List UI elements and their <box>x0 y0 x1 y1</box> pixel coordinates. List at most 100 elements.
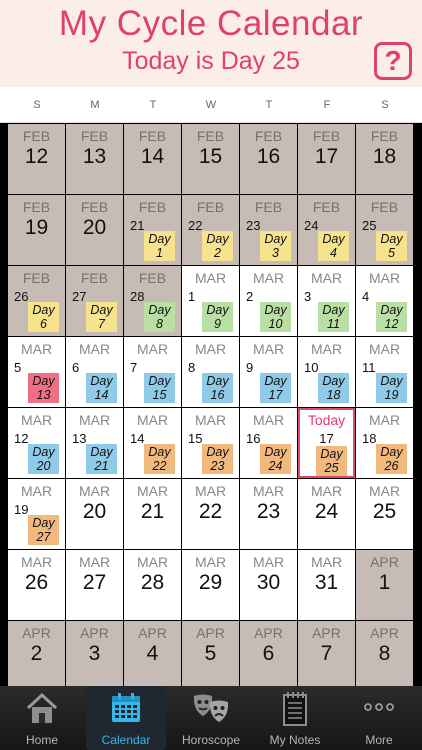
tab-label: Calendar <box>101 733 151 747</box>
day-number: 12 <box>14 431 29 446</box>
tab-my-notes[interactable]: My Notes <box>255 686 335 750</box>
calendar-day[interactable]: MAR 15 Day 23 <box>182 408 239 478</box>
tab-calendar[interactable]: Calendar <box>86 686 166 750</box>
calendar-day[interactable]: FEB 22 Day 2 <box>182 195 239 265</box>
calendar-day[interactable]: MAR 24 <box>298 479 355 549</box>
calendar-day[interactable]: MAR 6 Day 14 <box>66 337 123 407</box>
cycle-day-number: 11 <box>327 317 340 331</box>
calendar-day[interactable]: APR 8 <box>356 621 413 691</box>
calendar-day[interactable]: MAR 3 Day 11 <box>298 266 355 336</box>
cycle-day-word: Day <box>264 374 287 388</box>
day-month: APR <box>312 625 341 641</box>
calendar-day[interactable]: FEB 13 <box>66 124 123 194</box>
calendar-day[interactable]: FEB 17 <box>298 124 355 194</box>
cycle-day-badge: Day 7 <box>86 302 117 332</box>
calendar-day[interactable]: FEB 19 <box>8 195 65 265</box>
cycle-day-number: 27 <box>36 530 51 544</box>
calendar-day[interactable]: MAR 20 <box>66 479 123 549</box>
calendar-day[interactable]: MAR 31 <box>298 550 355 620</box>
calendar-day[interactable]: MAR 12 Day 20 <box>8 408 65 478</box>
calendar-day[interactable]: MAR 22 <box>182 479 239 549</box>
calendar-day[interactable]: MAR 27 <box>66 550 123 620</box>
cycle-day-badge: Day 1 <box>144 231 175 261</box>
day-number: 30 <box>256 571 281 594</box>
calendar-day[interactable]: MAR 1 Day 9 <box>182 266 239 336</box>
cycle-day-badge: Day 5 <box>376 231 407 261</box>
calendar-day[interactable]: MAR 14 Day 22 <box>124 408 181 478</box>
day-month: MAR <box>20 554 53 570</box>
calendar-day[interactable]: FEB 15 <box>182 124 239 194</box>
calendar-day[interactable]: MAR 21 <box>124 479 181 549</box>
calendar-day[interactable]: MAR 18 Day 26 <box>356 408 413 478</box>
cycle-day-word: Day <box>90 374 113 388</box>
cycle-day-badge: Day 17 <box>260 373 291 403</box>
weekday-label: F <box>323 99 331 111</box>
calendar-day[interactable]: FEB 16 <box>240 124 297 194</box>
calendar-day[interactable]: APR 2 <box>8 621 65 691</box>
day-number: 6 <box>262 642 275 665</box>
calendar-day[interactable]: MAR 10 Day 18 <box>298 337 355 407</box>
calendar-day[interactable]: APR 1 <box>356 550 413 620</box>
calendar-day[interactable]: MAR 8 Day 16 <box>182 337 239 407</box>
calendar-day[interactable]: MAR 5 Day 13 <box>8 337 65 407</box>
calendar-day[interactable]: FEB 24 Day 4 <box>298 195 355 265</box>
day-month: MAR <box>310 483 343 499</box>
cycle-day-badge: Day 18 <box>318 373 349 403</box>
help-button[interactable]: ? <box>374 42 412 80</box>
tab-home[interactable]: Home <box>2 686 82 750</box>
calendar-day[interactable]: MAR 19 Day 27 <box>8 479 65 549</box>
calendar-grid: FEB 12 FEB 13 FEB 14 FEB 15 FEB 16 FEB 17 FEB 18 FEB 19… <box>8 124 413 691</box>
calendar-day[interactable]: MAR 7 Day 15 <box>124 337 181 407</box>
cycle-day-word: Day <box>206 374 229 388</box>
day-number: 15 <box>198 145 223 168</box>
day-number: 24 <box>314 500 339 523</box>
day-number: 20 <box>82 216 107 239</box>
cycle-day-word: Day <box>206 303 229 317</box>
calendar-day[interactable]: FEB 14 <box>124 124 181 194</box>
more-dots-icon <box>361 692 397 727</box>
calendar-day[interactable]: FEB 20 <box>66 195 123 265</box>
calendar-day[interactable]: FEB 12 <box>8 124 65 194</box>
cycle-day-word: Day <box>322 374 345 388</box>
calendar-day[interactable]: FEB 25 Day 5 <box>356 195 413 265</box>
calendar-day[interactable]: FEB 28 Day 8 <box>124 266 181 336</box>
calendar-day[interactable]: MAR 23 <box>240 479 297 549</box>
calendar-day[interactable]: FEB 27 Day 7 <box>66 266 123 336</box>
cycle-day-word: Day <box>322 232 345 246</box>
calendar-day[interactable]: MAR 28 <box>124 550 181 620</box>
calendar-day[interactable]: MAR 9 Day 17 <box>240 337 297 407</box>
calendar-day[interactable]: MAR 11 Day 19 <box>356 337 413 407</box>
calendar-day[interactable]: APR 4 <box>124 621 181 691</box>
cycle-day-badge: Day 8 <box>144 302 175 332</box>
tab-horoscope[interactable]: Horoscope <box>171 686 251 750</box>
tab-more[interactable]: More <box>339 686 419 750</box>
calendar-day-today[interactable]: Today 17 Day 25 <box>298 408 355 478</box>
cycle-day-badge: Day 20 <box>28 444 59 474</box>
day-number: 5 <box>204 642 217 665</box>
calendar-day[interactable]: MAR 16 Day 24 <box>240 408 297 478</box>
calendar-day[interactable]: APR 6 <box>240 621 297 691</box>
calendar-day[interactable]: FEB 21 Day 1 <box>124 195 181 265</box>
cycle-day-word: Day <box>32 303 55 317</box>
calendar-day[interactable]: MAR 2 Day 10 <box>240 266 297 336</box>
cycle-day-word: Day <box>206 445 229 459</box>
calendar-day[interactable]: FEB 23 Day 3 <box>240 195 297 265</box>
calendar-day[interactable]: MAR 26 <box>8 550 65 620</box>
calendar-day[interactable]: APR 7 <box>298 621 355 691</box>
day-number: 31 <box>314 571 339 594</box>
cycle-day-word: Day <box>206 232 229 246</box>
app-title: My Cycle Calendar <box>58 4 364 43</box>
calendar-day[interactable]: MAR 25 <box>356 479 413 549</box>
calendar-day[interactable]: FEB 18 <box>356 124 413 194</box>
calendar-day[interactable]: MAR 4 Day 12 <box>356 266 413 336</box>
cycle-day-badge: Day 23 <box>202 444 233 474</box>
calendar-day[interactable]: MAR 13 Day 21 <box>66 408 123 478</box>
calendar-day[interactable]: FEB 26 Day 6 <box>8 266 65 336</box>
calendar-icon <box>110 692 142 729</box>
calendar-day[interactable]: MAR 29 <box>182 550 239 620</box>
calendar-day[interactable]: APR 5 <box>182 621 239 691</box>
calendar-day[interactable]: MAR 30 <box>240 550 297 620</box>
day-month: FEB <box>254 128 283 144</box>
cycle-day-word: Day <box>264 445 287 459</box>
calendar-day[interactable]: APR 3 <box>66 621 123 691</box>
